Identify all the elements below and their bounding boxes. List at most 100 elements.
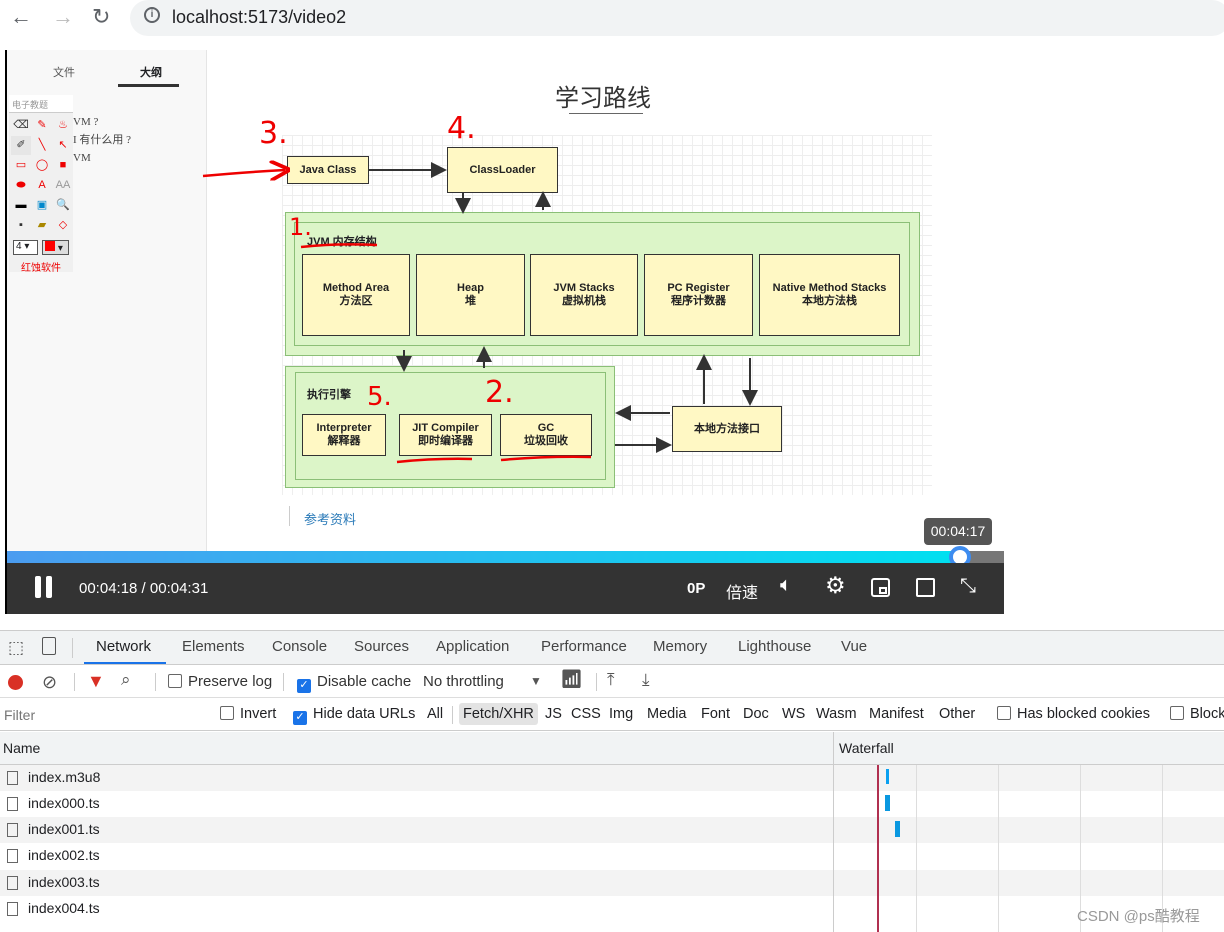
invert-checkbox[interactable]: Invert: [220, 706, 276, 722]
filter-bar: Invert ✓Hide data URLs All Fetch/XHR JS …: [0, 699, 1224, 731]
tab-sources[interactable]: Sources: [354, 638, 409, 655]
tab-lighthouse[interactable]: Lighthouse: [738, 638, 811, 655]
quality-button[interactable]: 0P: [687, 580, 705, 597]
preserve-log-checkbox[interactable]: Preserve log: [168, 673, 272, 690]
column-name[interactable]: Name: [3, 740, 40, 756]
request-name: index004.ts: [28, 900, 100, 916]
type-doc[interactable]: Doc: [743, 706, 769, 722]
control-bar: 00:04:18 / 00:04:31 0P 倍速 🔈︎ ⚙ ⤡: [7, 563, 1004, 614]
progress-bar[interactable]: [7, 551, 1004, 563]
table-row[interactable]: index001.ts: [0, 817, 1224, 843]
divider: [74, 673, 75, 691]
diagram-arrows: 3. 4. 1. 5. 2.: [202, 111, 758, 464]
settings-icon[interactable]: ⚙: [825, 572, 846, 599]
url-text: localhost:5173/video2: [172, 7, 347, 27]
checkbox-box[interactable]: [220, 706, 234, 720]
table-row[interactable]: index004.ts: [0, 896, 1224, 922]
filter-input[interactable]: [0, 703, 205, 727]
waterfall-bar: [886, 769, 889, 784]
request-name: index001.ts: [28, 821, 100, 837]
export-har-icon[interactable]: ⤓: [642, 670, 650, 690]
checkbox-box[interactable]: [168, 674, 182, 688]
table-row[interactable]: index000.ts: [0, 791, 1224, 817]
checkbox-box[interactable]: [997, 706, 1011, 720]
reference-divider: [289, 506, 290, 526]
divider: [155, 673, 156, 691]
import-har-icon[interactable]: ⤒: [607, 670, 615, 690]
fullscreen-icon[interactable]: ⤡: [960, 575, 976, 598]
type-fetch-xhr[interactable]: Fetch/XHR: [459, 703, 538, 725]
annotation-5: 5.: [367, 382, 392, 412]
annotation-1: 1.: [289, 213, 312, 241]
reload-icon[interactable]: ↻: [92, 4, 110, 30]
table-row[interactable]: index002.ts: [0, 843, 1224, 869]
tab-elements[interactable]: Elements: [182, 638, 245, 655]
tab-console[interactable]: Console: [272, 638, 327, 655]
speed-button[interactable]: 倍速: [726, 579, 758, 603]
record-icon[interactable]: [8, 675, 23, 690]
tab-performance[interactable]: Performance: [541, 638, 627, 655]
pause-icon[interactable]: [35, 576, 41, 598]
file-icon: [7, 797, 18, 811]
checkbox-label: Preserve log: [188, 673, 273, 690]
type-wasm[interactable]: Wasm: [816, 706, 857, 722]
volume-icon[interactable]: 🔈︎: [780, 574, 792, 597]
waterfall-gridline: [916, 765, 917, 932]
webfullscreen-icon[interactable]: [916, 578, 935, 597]
table-row[interactable]: index003.ts: [0, 870, 1224, 896]
filter-icon[interactable]: ▼: [87, 671, 105, 692]
type-js[interactable]: JS: [545, 706, 562, 722]
hide-data-urls-checkbox[interactable]: ✓ Hide data URLs: [293, 706, 415, 725]
checkbox-box[interactable]: [1170, 706, 1184, 720]
type-font[interactable]: Font: [701, 706, 730, 722]
reference-link[interactable]: 参考资料: [304, 509, 356, 528]
blocked-requests-checkbox[interactable]: Block: [1170, 706, 1224, 722]
file-icon: [7, 849, 18, 863]
address-bar[interactable]: i localhost:5173/video2: [130, 0, 1224, 36]
network-conditions-icon[interactable]: 📶︎: [560, 669, 583, 690]
inspect-icon[interactable]: ⬚: [8, 638, 24, 658]
blocked-cookies-checkbox[interactable]: Has blocked cookies: [997, 706, 1150, 722]
column-divider[interactable]: [833, 732, 834, 932]
checkbox-label: Has blocked cookies: [1017, 706, 1150, 722]
table-row[interactable]: index.m3u8: [0, 765, 1224, 791]
type-img[interactable]: Img: [609, 706, 633, 722]
file-icon: [7, 876, 18, 890]
tab-vue[interactable]: Vue: [841, 638, 867, 655]
load-event-line: [877, 765, 879, 932]
pip-icon[interactable]: [871, 578, 890, 597]
annotation-3: 3.: [259, 116, 288, 151]
throttling-select[interactable]: No throttling: [423, 673, 504, 690]
tab-memory[interactable]: Memory: [653, 638, 707, 655]
divider: [596, 673, 597, 691]
type-media[interactable]: Media: [647, 706, 687, 722]
type-other[interactable]: Other: [939, 706, 975, 722]
type-ws[interactable]: WS: [782, 706, 805, 722]
type-manifest[interactable]: Manifest: [869, 706, 924, 722]
video-player[interactable]: 文件 大纲 VM ? I 有什么用 ? VM 电子教题 ⌫ ✎ ♨ ✐ ╲ ↖ ▭ ◯ ■ …: [5, 50, 1004, 614]
divider: [452, 706, 453, 724]
type-all[interactable]: All: [427, 706, 443, 722]
tab-application[interactable]: Application: [436, 638, 509, 655]
search-icon[interactable]: ⌕: [121, 670, 131, 690]
network-toolbar: ⊘ ▼ ⌕ Preserve log ✓ Disable cache No thr…: [0, 666, 1224, 698]
checkbox-label: Block: [1190, 706, 1224, 722]
checkbox-box[interactable]: ✓: [293, 711, 307, 725]
disable-cache-checkbox[interactable]: ✓ Disable cache: [297, 673, 411, 693]
device-toggle-icon[interactable]: [42, 637, 56, 655]
file-icon: [7, 902, 18, 916]
tab-network[interactable]: Network: [96, 638, 151, 655]
checkbox-label: Invert: [240, 706, 277, 722]
forward-icon[interactable]: →: [52, 4, 74, 30]
back-icon[interactable]: ←: [10, 4, 32, 30]
column-waterfall[interactable]: Waterfall: [839, 740, 894, 756]
active-tab-indicator: [84, 662, 166, 664]
clear-icon[interactable]: ⊘: [42, 672, 57, 693]
file-icon: [7, 771, 18, 785]
checkbox-box[interactable]: ✓: [297, 679, 311, 693]
chevron-down-icon[interactable]: ▼: [530, 674, 542, 688]
file-icon: [7, 823, 18, 837]
info-icon[interactable]: i: [144, 7, 160, 23]
request-name: index000.ts: [28, 795, 100, 811]
type-css[interactable]: CSS: [571, 706, 601, 722]
